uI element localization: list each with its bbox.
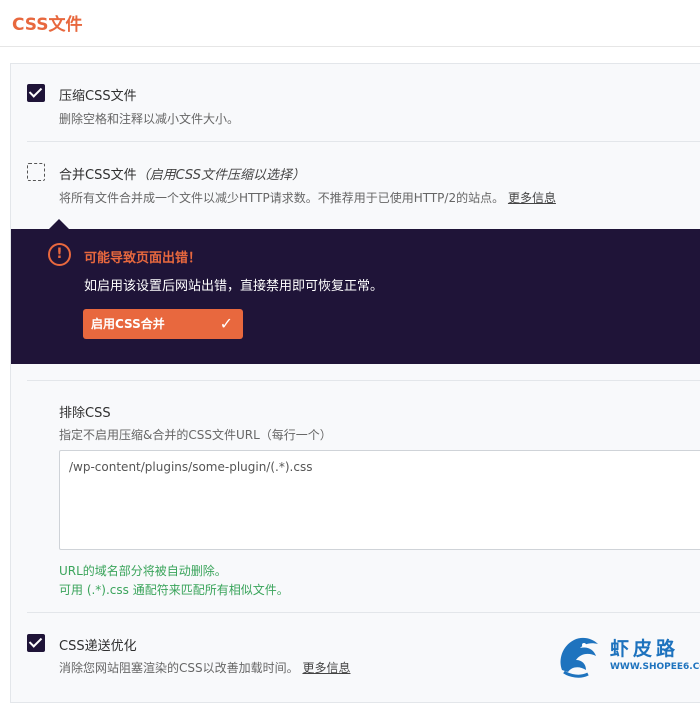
watermark-url: WWW.SHOPEE6.COM	[610, 662, 700, 672]
warning-title: 可能导致页面出错！	[84, 251, 202, 266]
enable-css-combine-button[interactable]: 启用CSS合并 ✓	[83, 309, 243, 339]
combine-css-checkbox[interactable]	[27, 163, 45, 181]
css-delivery-description: 消除您网站阻塞渲染的CSS以改善加载时间。	[59, 661, 299, 675]
minify-css-label: 压缩CSS文件	[59, 89, 137, 104]
section-title: CSS文件	[12, 15, 83, 35]
css-delivery-label: CSS递送优化	[59, 639, 137, 654]
enable-css-combine-label: 启用CSS合并	[91, 317, 165, 331]
minify-css-description: 删除空格和注释以减小文件大小。	[59, 112, 240, 126]
combine-css-description-row: 将所有文件合并成一个文件以减少HTTP请求数。不推荐用于已使用HTTP/2的站点…	[59, 189, 556, 206]
exclude-css-label: 排除CSS	[59, 406, 111, 421]
divider	[27, 380, 700, 381]
settings-panel	[10, 63, 700, 703]
css-delivery-checkbox[interactable]	[27, 634, 45, 652]
check-icon: ✓	[219, 314, 233, 333]
watermark: 虾皮路 WWW.SHOPEE6.COM	[552, 630, 700, 682]
combine-css-hint: （启用CSS文件压缩以选择）	[136, 168, 305, 183]
css-delivery-more-info-link[interactable]: 更多信息	[302, 661, 350, 675]
combine-css-label-row: 合并CSS文件（启用CSS文件压缩以选择）	[59, 164, 305, 183]
watermark-title: 虾皮路	[610, 638, 680, 660]
divider	[27, 141, 700, 142]
warning-text: 如启用该设置后网站出错，直接禁用即可恢复正常。	[84, 279, 384, 294]
exclude-css-textarea[interactable]: /wp-content/plugins/some-plugin/(.*).css	[59, 450, 700, 550]
dragon-logo-icon	[560, 637, 598, 678]
title-divider	[0, 46, 700, 47]
exclude-css-note-wildcard: 可用 (.*).css 通配符来匹配所有相似文件。	[59, 583, 289, 597]
divider	[27, 612, 700, 613]
minify-css-checkbox[interactable]	[27, 84, 45, 102]
exclude-css-note-domain: URL的域名部分将被自动删除。	[59, 564, 227, 578]
combine-css-description: 将所有文件合并成一个文件以减少HTTP请求数。不推荐用于已使用HTTP/2的站点…	[59, 191, 505, 205]
exclude-css-description: 指定不启用压缩&合并的CSS文件URL（每行一个）	[59, 428, 332, 442]
combine-more-info-link[interactable]: 更多信息	[508, 191, 556, 205]
css-delivery-description-row: 消除您网站阻塞渲染的CSS以改善加载时间。 更多信息	[59, 659, 350, 676]
combine-css-label: 合并CSS文件	[59, 168, 137, 183]
exclamation-circle-icon: !	[48, 243, 71, 266]
